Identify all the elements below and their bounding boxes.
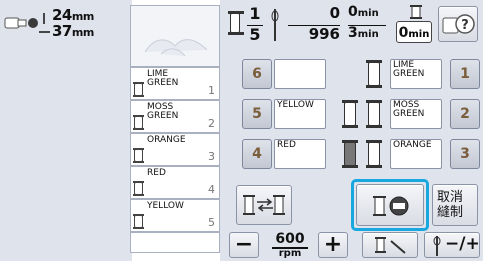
stop-icon	[373, 196, 409, 216]
list-color-name: ORANGE	[147, 135, 186, 145]
spool-grid: 6 LIME GREEN 1 5 YELLOW MOSS GREEN 2 4 R…	[240, 55, 482, 177]
spool-number-button[interactable]: 1	[450, 59, 480, 89]
spool-icon	[133, 181, 144, 196]
spool-icon	[366, 100, 382, 128]
stop-button[interactable]	[356, 184, 424, 226]
design-preview	[130, 5, 220, 67]
change-time-box: 0min	[396, 21, 432, 43]
time-total: 3min	[348, 25, 379, 41]
spool-color-box[interactable]: RED	[274, 139, 326, 169]
needle-icon	[433, 236, 441, 256]
spool-number-button[interactable]: 4	[242, 139, 272, 169]
spool-icon	[342, 140, 358, 168]
time-elapsed: 0min	[348, 4, 379, 20]
spool-color-box[interactable]: YELLOW	[274, 99, 326, 129]
list-item[interactable]: RED 4	[130, 166, 220, 199]
help-button[interactable]: ?	[438, 6, 478, 42]
list-item[interactable]: ORANGE 3	[130, 133, 220, 166]
size-block: 24mm 37mm	[2, 4, 130, 42]
speed-minus-button[interactable]: −	[229, 232, 259, 258]
needle-adjust-button[interactable]: −/+	[424, 232, 480, 258]
spool-color-box[interactable]: MOSS GREEN	[390, 99, 442, 129]
list-color-name: MOSS GREEN	[147, 102, 179, 121]
spool-icon	[342, 100, 358, 128]
status-bar: 1 5 0 996 0min 3min 0min ?	[222, 4, 480, 50]
spool-swap-button[interactable]	[236, 185, 292, 225]
svg-text:?: ?	[461, 18, 469, 33]
spool-color-box[interactable]: LIME GREEN	[390, 59, 442, 89]
color-index: 1	[249, 4, 261, 23]
list-item[interactable]: MOSS GREEN 2	[130, 100, 220, 133]
speed-value: 600	[272, 231, 308, 249]
spool-icon	[366, 140, 382, 168]
spool-number-button[interactable]: 5	[242, 99, 272, 129]
spool-icon	[133, 82, 144, 97]
time-display: 0min 3min	[348, 4, 388, 46]
spool-number-button[interactable]: 2	[450, 99, 480, 129]
list-item[interactable]: LIME GREEN 1	[130, 67, 220, 100]
list-number: 2	[208, 117, 215, 130]
color-total: 5	[249, 25, 261, 44]
needle-icon	[271, 9, 279, 41]
thread-cut-icon	[375, 237, 406, 254]
stitch-total: 996	[308, 25, 340, 43]
spool-color-box[interactable]: ORANGE	[390, 139, 442, 169]
spool-color-box[interactable]	[274, 59, 326, 89]
spool-change-icon	[410, 5, 422, 19]
speed-unit: rpm	[278, 248, 302, 259]
stitch-count: 0	[329, 4, 340, 22]
thread-cut-button[interactable]	[362, 232, 418, 258]
speed-display: 600 rpm	[264, 229, 316, 261]
cancel-sewing-button[interactable]: 取消 縫制	[432, 184, 478, 226]
list-number: 5	[208, 216, 215, 229]
size-icon	[4, 13, 50, 33]
list-item[interactable]	[130, 232, 220, 253]
needle-adjust-label: −/+	[445, 234, 480, 254]
spool-icon	[366, 60, 382, 88]
list-color-name: RED	[147, 168, 166, 178]
spool-number-button[interactable]: 3	[450, 139, 480, 169]
spool-icon	[133, 115, 144, 130]
spool-swap-icon	[243, 195, 285, 215]
size-height: 37mm	[52, 22, 94, 40]
list-number: 1	[208, 84, 215, 97]
change-time: 0min	[394, 4, 434, 46]
list-color-name: YELLOW	[147, 201, 184, 211]
list-number: 4	[208, 183, 215, 196]
cancel-sewing-label: 取消 縫制	[437, 190, 464, 220]
spool-icon	[228, 11, 244, 35]
help-icon: ?	[442, 14, 475, 34]
list-number: 3	[208, 150, 215, 163]
list-color-name: LIME GREEN	[147, 69, 179, 88]
color-list-panel: LIME GREEN 1 MOSS GREEN 2 ORANGE 3 RED 4…	[130, 5, 220, 253]
list-item[interactable]: YELLOW 5	[130, 199, 220, 232]
spool-icon	[133, 148, 144, 163]
spool-number-button[interactable]: 6	[242, 59, 272, 89]
leaf-preview-icon	[144, 39, 208, 57]
speed-plus-button[interactable]: +	[318, 232, 348, 258]
spool-icon	[133, 214, 144, 229]
